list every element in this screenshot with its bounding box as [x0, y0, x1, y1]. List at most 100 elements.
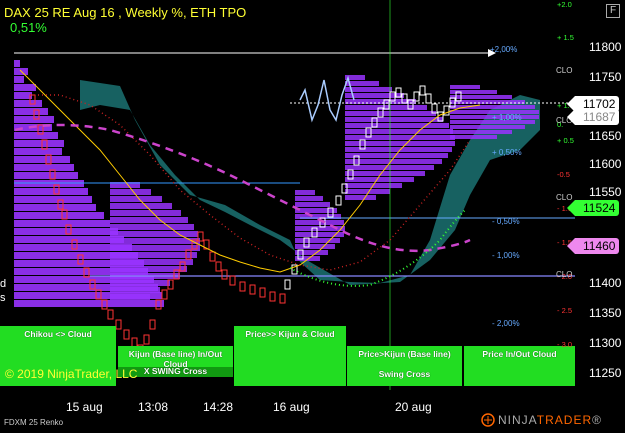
pct-label: -0.5	[557, 170, 570, 179]
price-kijun-lower-panel[interactable]	[234, 366, 346, 386]
y-tick: 11350	[589, 306, 622, 320]
tpo-bar	[14, 148, 62, 155]
tpo-bar	[110, 217, 188, 223]
tpo-bar	[345, 123, 449, 128]
price-kijun-cloud-panel[interactable]: Price>> Kijun & Cloud	[234, 326, 346, 366]
close-marker: CLO	[556, 270, 573, 279]
chart-window: DAX 25 RE Aug 16 , Weekly %, ETH TPO 0,5…	[0, 0, 625, 433]
y-tick: 11650	[589, 129, 622, 143]
pct-label: - 3.0	[557, 340, 573, 349]
tpo-bar	[345, 159, 442, 164]
y-tick: 11750	[589, 70, 622, 84]
tpo-bar	[295, 190, 315, 195]
renko-brick	[249, 284, 256, 295]
tpo-bar	[450, 125, 525, 129]
tpo-bar	[295, 202, 330, 207]
renko-brick	[221, 269, 228, 280]
tpo-bar	[14, 188, 88, 195]
x-tick: 20 aug	[395, 400, 432, 414]
tpo-bar	[345, 135, 455, 140]
tpo-bar	[345, 195, 376, 200]
tpo-bar	[295, 244, 335, 249]
pct-label: + 0.5	[557, 136, 574, 145]
renko-brick	[259, 287, 266, 298]
chart-title: DAX 25 RE Aug 16 , Weekly %, ETH TPO	[4, 5, 247, 20]
tpo-bar	[14, 204, 96, 211]
renko-brick	[143, 334, 150, 345]
x-tick: 14:28	[203, 400, 234, 414]
tpo-bar	[345, 129, 453, 134]
renko-brick	[239, 281, 246, 292]
y-tick: 11550	[589, 185, 622, 199]
renko-brick	[425, 93, 432, 104]
tpo-bar	[450, 135, 497, 139]
tpo-bar	[14, 156, 70, 163]
tpo-bar	[450, 130, 512, 134]
tpo-bar	[14, 108, 48, 115]
x-tick: 16 aug	[273, 400, 310, 414]
tpo-bar	[110, 231, 198, 237]
tpo-bar	[14, 196, 92, 203]
tpo-bar	[14, 140, 64, 147]
current-price-tag: 11702	[567, 96, 619, 112]
close-marker: CLO	[556, 66, 573, 75]
renko-brick	[209, 251, 216, 262]
tpo-bar	[110, 210, 181, 216]
renko-brick	[284, 279, 291, 290]
tpo-bar	[345, 171, 425, 176]
renko-brick	[215, 261, 222, 272]
tpo-bar	[110, 287, 160, 293]
tpo-bar	[450, 105, 535, 109]
ninjatrader-logo: NINJATRADER®	[498, 413, 602, 427]
swing-cross-panel[interactable]: Swing Cross	[347, 366, 462, 386]
price-in-out-lower-panel[interactable]	[464, 366, 575, 386]
clipped-label-1: d	[0, 278, 7, 290]
tpo-bar	[110, 252, 197, 258]
tpo-bar	[450, 95, 512, 99]
copyright-text: © 2019 NinjaTrader, LLC	[5, 367, 138, 381]
tpo-bar	[110, 224, 194, 230]
tpo-bar	[345, 117, 443, 122]
renko-brick	[107, 309, 114, 320]
price-plot-area[interactable]: DAX 25 RE Aug 16 , Weekly %, ETH TPO 0,5…	[0, 0, 575, 390]
renko-brick	[269, 291, 276, 302]
window-corner-button[interactable]: F	[606, 4, 620, 18]
y-tick: 11800	[589, 40, 622, 54]
pct-label: - 2.5	[557, 306, 573, 315]
price-kijun-panel[interactable]: Price>Kijun (Base line)	[347, 346, 462, 366]
tpo-bar	[14, 100, 42, 107]
renko-brick	[335, 195, 342, 206]
tpo-bar	[295, 196, 323, 201]
pct-label: +2.0	[557, 0, 572, 9]
weekly-pct-label: +2,00%	[490, 45, 518, 54]
clipped-label-2: s	[0, 292, 6, 304]
tpo-bar	[14, 300, 164, 307]
chikou-cloud-panel[interactable]: Chikou <> Cloud	[0, 326, 116, 366]
tpo-bar	[110, 203, 172, 209]
weekly-pct-label: - 2,00%	[492, 319, 520, 328]
weekly-pct-label: + 1,00%	[492, 113, 522, 122]
weekly-pct-label: + 0,50%	[492, 148, 522, 157]
tpo-bar	[14, 236, 124, 243]
tpo-bar	[345, 165, 434, 170]
renko-brick	[229, 275, 236, 286]
renko-brick	[115, 319, 122, 330]
tpo-bar	[110, 196, 162, 202]
renko-brick	[419, 85, 426, 96]
tpo-bar	[14, 76, 24, 83]
moving-average-price-tag: 11460	[567, 238, 619, 254]
y-tick: 11600	[589, 157, 622, 171]
pct-label: + 1.5	[557, 33, 574, 42]
y-tick: 11400	[589, 276, 622, 290]
renko-brick	[279, 293, 286, 304]
x-tick: 13:08	[138, 400, 169, 414]
renko-brick	[123, 329, 130, 340]
tpo-bar	[14, 164, 74, 171]
change-percent: 0,51%	[10, 20, 47, 35]
renko-brick	[149, 319, 156, 330]
kijun-in-out-panel[interactable]: Kijun (Base line) In/Out Cloud	[118, 346, 233, 369]
tpo-bar	[110, 266, 187, 272]
tpo-bar	[14, 92, 32, 99]
kijun-price-tag: 11524	[567, 200, 619, 216]
weekly-pct-label: - 0,50%	[492, 217, 520, 226]
